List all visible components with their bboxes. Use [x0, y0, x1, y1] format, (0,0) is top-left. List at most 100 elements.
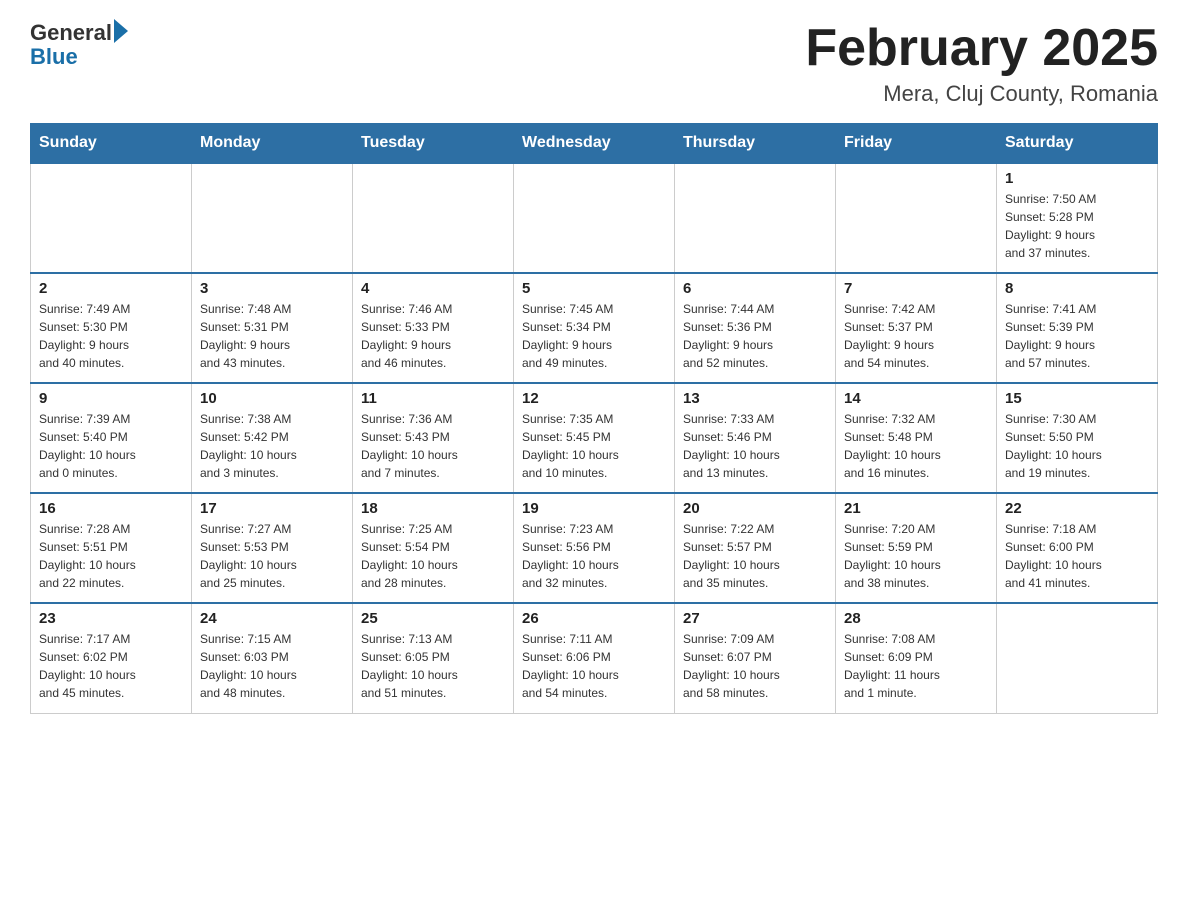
calendar-cell: 27 Sunrise: 7:09 AM Sunset: 6:07 PM Dayli…	[675, 603, 836, 713]
day-number: 3	[200, 280, 344, 297]
day-number: 9	[39, 390, 183, 407]
month-title: February 2025	[805, 20, 1158, 77]
day-info: Sunrise: 7:25 AM Sunset: 5:54 PM Dayligh…	[361, 520, 505, 592]
calendar-cell: 16 Sunrise: 7:28 AM Sunset: 5:51 PM Dayli…	[31, 493, 192, 603]
day-info: Sunrise: 7:44 AM Sunset: 5:36 PM Dayligh…	[683, 300, 827, 372]
day-number: 6	[683, 280, 827, 297]
day-info: Sunrise: 7:50 AM Sunset: 5:28 PM Dayligh…	[1005, 190, 1149, 262]
calendar-cell: 19 Sunrise: 7:23 AM Sunset: 5:56 PM Dayli…	[514, 493, 675, 603]
day-number: 13	[683, 390, 827, 407]
day-number: 18	[361, 500, 505, 517]
day-info: Sunrise: 7:28 AM Sunset: 5:51 PM Dayligh…	[39, 520, 183, 592]
day-info: Sunrise: 7:13 AM Sunset: 6:05 PM Dayligh…	[361, 630, 505, 702]
calendar-cell: 11 Sunrise: 7:36 AM Sunset: 5:43 PM Dayli…	[353, 383, 514, 493]
calendar-cell: 17 Sunrise: 7:27 AM Sunset: 5:53 PM Dayli…	[192, 493, 353, 603]
day-number: 10	[200, 390, 344, 407]
day-number: 28	[844, 610, 988, 627]
calendar-cell	[31, 163, 192, 273]
calendar-cell: 20 Sunrise: 7:22 AM Sunset: 5:57 PM Dayli…	[675, 493, 836, 603]
day-number: 15	[1005, 390, 1149, 407]
calendar-cell: 26 Sunrise: 7:11 AM Sunset: 6:06 PM Dayli…	[514, 603, 675, 713]
day-number: 4	[361, 280, 505, 297]
calendar-table: SundayMondayTuesdayWednesdayThursdayFrid…	[30, 123, 1158, 714]
day-info: Sunrise: 7:27 AM Sunset: 5:53 PM Dayligh…	[200, 520, 344, 592]
day-info: Sunrise: 7:35 AM Sunset: 5:45 PM Dayligh…	[522, 410, 666, 482]
day-info: Sunrise: 7:33 AM Sunset: 5:46 PM Dayligh…	[683, 410, 827, 482]
calendar-cell: 9 Sunrise: 7:39 AM Sunset: 5:40 PM Daylig…	[31, 383, 192, 493]
day-info: Sunrise: 7:39 AM Sunset: 5:40 PM Dayligh…	[39, 410, 183, 482]
day-number: 17	[200, 500, 344, 517]
calendar-week-row: 2 Sunrise: 7:49 AM Sunset: 5:30 PM Daylig…	[31, 273, 1158, 383]
day-info: Sunrise: 7:22 AM Sunset: 5:57 PM Dayligh…	[683, 520, 827, 592]
day-info: Sunrise: 7:49 AM Sunset: 5:30 PM Dayligh…	[39, 300, 183, 372]
calendar-cell	[514, 163, 675, 273]
calendar-header-row: SundayMondayTuesdayWednesdayThursdayFrid…	[31, 124, 1158, 164]
day-info: Sunrise: 7:36 AM Sunset: 5:43 PM Dayligh…	[361, 410, 505, 482]
day-number: 25	[361, 610, 505, 627]
day-number: 1	[1005, 170, 1149, 187]
day-info: Sunrise: 7:48 AM Sunset: 5:31 PM Dayligh…	[200, 300, 344, 372]
day-number: 16	[39, 500, 183, 517]
day-number: 20	[683, 500, 827, 517]
calendar-cell: 15 Sunrise: 7:30 AM Sunset: 5:50 PM Dayli…	[997, 383, 1158, 493]
logo-blue-text: Blue	[30, 44, 128, 70]
weekday-header: Wednesday	[514, 124, 675, 164]
calendar-cell: 28Sunrise: 7:08 AM Sunset: 6:09 PM Dayli…	[836, 603, 997, 713]
day-info: Sunrise: 7:38 AM Sunset: 5:42 PM Dayligh…	[200, 410, 344, 482]
calendar-cell: 24 Sunrise: 7:15 AM Sunset: 6:03 PM Dayli…	[192, 603, 353, 713]
day-info: Sunrise: 7:17 AM Sunset: 6:02 PM Dayligh…	[39, 630, 183, 702]
page-container: General Blue February 2025 Mera, Cluj Co…	[30, 20, 1158, 714]
calendar-cell	[675, 163, 836, 273]
day-info: Sunrise: 7:20 AM Sunset: 5:59 PM Dayligh…	[844, 520, 988, 592]
calendar-week-row: 16 Sunrise: 7:28 AM Sunset: 5:51 PM Dayli…	[31, 493, 1158, 603]
day-info: Sunrise: 7:30 AM Sunset: 5:50 PM Dayligh…	[1005, 410, 1149, 482]
day-info: Sunrise: 7:09 AM Sunset: 6:07 PM Dayligh…	[683, 630, 827, 702]
day-number: 26	[522, 610, 666, 627]
day-number: 11	[361, 390, 505, 407]
weekday-header: Thursday	[675, 124, 836, 164]
calendar-cell: 8Sunrise: 7:41 AM Sunset: 5:39 PM Daylig…	[997, 273, 1158, 383]
logo-general-text: General	[30, 20, 112, 46]
day-info: Sunrise: 7:11 AM Sunset: 6:06 PM Dayligh…	[522, 630, 666, 702]
day-info: Sunrise: 7:41 AM Sunset: 5:39 PM Dayligh…	[1005, 300, 1149, 372]
day-number: 22	[1005, 500, 1149, 517]
day-number: 27	[683, 610, 827, 627]
weekday-header: Saturday	[997, 124, 1158, 164]
calendar-cell	[997, 603, 1158, 713]
calendar-cell: 10 Sunrise: 7:38 AM Sunset: 5:42 PM Dayli…	[192, 383, 353, 493]
calendar-cell: 12 Sunrise: 7:35 AM Sunset: 5:45 PM Dayli…	[514, 383, 675, 493]
day-info: Sunrise: 7:23 AM Sunset: 5:56 PM Dayligh…	[522, 520, 666, 592]
weekday-header: Sunday	[31, 124, 192, 164]
calendar-cell: 1 Sunrise: 7:50 AM Sunset: 5:28 PM Daylig…	[997, 163, 1158, 273]
day-number: 12	[522, 390, 666, 407]
logo: General Blue	[30, 20, 128, 70]
calendar-cell: 6 Sunrise: 7:44 AM Sunset: 5:36 PM Daylig…	[675, 273, 836, 383]
weekday-header: Friday	[836, 124, 997, 164]
calendar-week-row: 1 Sunrise: 7:50 AM Sunset: 5:28 PM Daylig…	[31, 163, 1158, 273]
day-info: Sunrise: 7:32 AM Sunset: 5:48 PM Dayligh…	[844, 410, 988, 482]
day-number: 5	[522, 280, 666, 297]
calendar-cell	[192, 163, 353, 273]
calendar-cell: 25 Sunrise: 7:13 AM Sunset: 6:05 PM Dayli…	[353, 603, 514, 713]
day-number: 7	[844, 280, 988, 297]
calendar-cell: 4 Sunrise: 7:46 AM Sunset: 5:33 PM Daylig…	[353, 273, 514, 383]
calendar-cell: 22 Sunrise: 7:18 AM Sunset: 6:00 PM Dayli…	[997, 493, 1158, 603]
day-info: Sunrise: 7:46 AM Sunset: 5:33 PM Dayligh…	[361, 300, 505, 372]
day-number: 2	[39, 280, 183, 297]
calendar-cell: 13 Sunrise: 7:33 AM Sunset: 5:46 PM Dayli…	[675, 383, 836, 493]
calendar-cell	[353, 163, 514, 273]
calendar-cell: 14 Sunrise: 7:32 AM Sunset: 5:48 PM Dayli…	[836, 383, 997, 493]
calendar-week-row: 23Sunrise: 7:17 AM Sunset: 6:02 PM Dayli…	[31, 603, 1158, 713]
calendar-cell: 5Sunrise: 7:45 AM Sunset: 5:34 PM Daylig…	[514, 273, 675, 383]
day-number: 21	[844, 500, 988, 517]
day-info: Sunrise: 7:18 AM Sunset: 6:00 PM Dayligh…	[1005, 520, 1149, 592]
logo-arrow-icon	[114, 19, 128, 43]
day-number: 24	[200, 610, 344, 627]
day-number: 19	[522, 500, 666, 517]
weekday-header: Tuesday	[353, 124, 514, 164]
header: General Blue February 2025 Mera, Cluj Co…	[30, 20, 1158, 107]
day-info: Sunrise: 7:15 AM Sunset: 6:03 PM Dayligh…	[200, 630, 344, 702]
calendar-cell: 7Sunrise: 7:42 AM Sunset: 5:37 PM Daylig…	[836, 273, 997, 383]
location-title: Mera, Cluj County, Romania	[805, 81, 1158, 107]
day-number: 14	[844, 390, 988, 407]
